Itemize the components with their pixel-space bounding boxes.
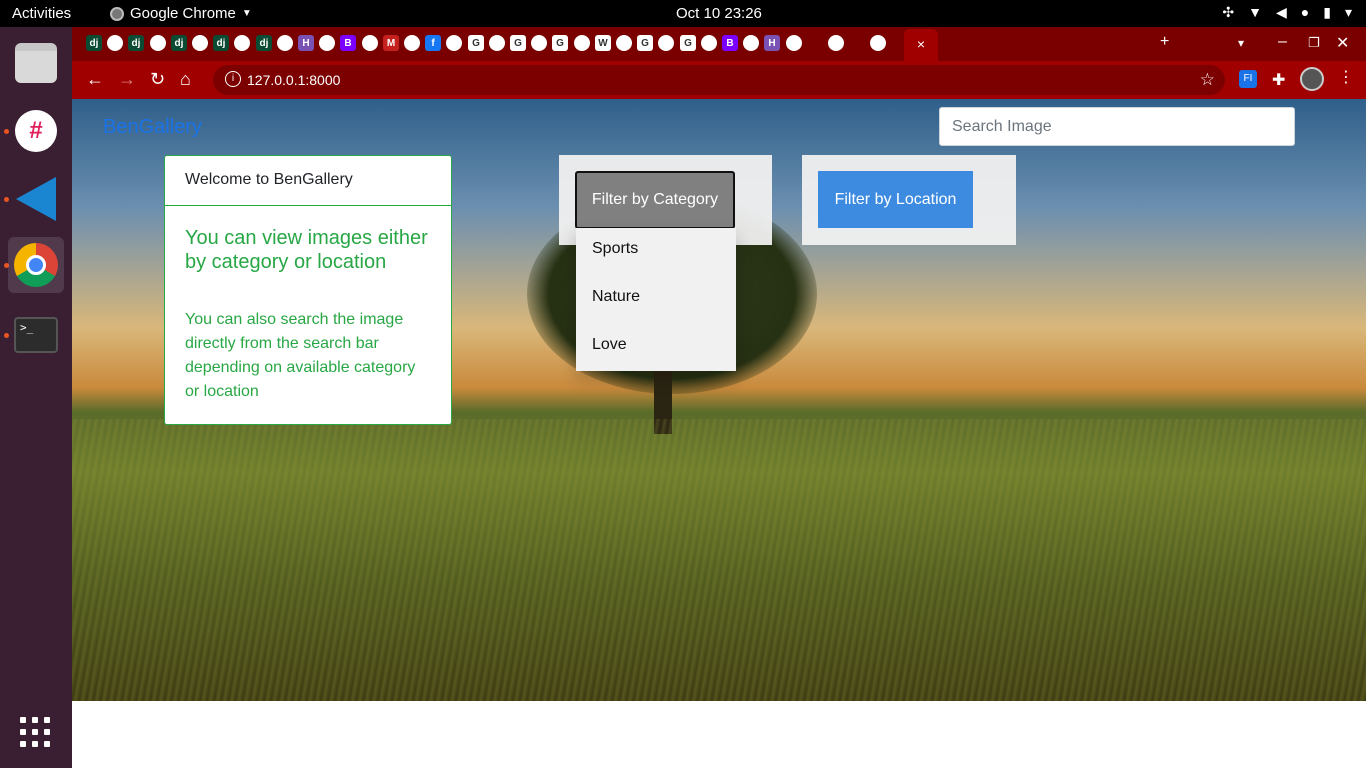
- tab-favicon[interactable]: [192, 35, 208, 51]
- tab-favicon[interactable]: H: [764, 35, 780, 51]
- home-icon[interactable]: ⌂: [180, 69, 191, 90]
- welcome-card: Welcome to BenGallery You can view image…: [164, 155, 452, 425]
- volume-icon: ◀: [1276, 4, 1287, 20]
- tab-favicon[interactable]: M: [383, 35, 399, 51]
- microphone-icon: ●: [1300, 4, 1310, 20]
- app-name: Google Chrome: [130, 5, 236, 22]
- tab-favicon[interactable]: H: [298, 35, 314, 51]
- tab-favicon[interactable]: [319, 35, 335, 51]
- address-bar[interactable]: i 127.0.0.1:8000 ☆: [213, 65, 1225, 95]
- more-menu-icon[interactable]: ⋮: [1338, 67, 1354, 87]
- tab-favicon[interactable]: [489, 35, 505, 51]
- extensions-puzzle-icon[interactable]: ✚: [1272, 70, 1285, 90]
- tab-favicon[interactable]: [616, 35, 632, 51]
- dock-slack[interactable]: #: [8, 103, 64, 159]
- forward-icon[interactable]: →: [118, 69, 136, 90]
- url-text[interactable]: 127.0.0.1:8000: [247, 72, 340, 88]
- tab-favicon[interactable]: [404, 35, 420, 51]
- minimize-icon[interactable]: –: [1278, 33, 1287, 51]
- web-page: BenGallery Welcome to BenGallery You can…: [72, 99, 1366, 701]
- active-tab[interactable]: ×: [904, 29, 938, 61]
- system-top-bar: Activities Google Chrome ▼ Oct 10 23:26 …: [0, 0, 1366, 27]
- category-option-love[interactable]: Love: [576, 324, 736, 372]
- tab-favicon[interactable]: [277, 35, 293, 51]
- tab-favicon[interactable]: f: [425, 35, 441, 51]
- tab-favicon[interactable]: [107, 35, 123, 51]
- tab-favicon[interactable]: dj: [86, 35, 102, 51]
- category-option-nature[interactable]: Nature: [576, 276, 736, 324]
- dock-chrome[interactable]: [8, 237, 64, 293]
- terminal-icon: >_: [14, 317, 58, 353]
- wifi-icon: ▼: [1248, 4, 1262, 20]
- dock-files[interactable]: [8, 35, 64, 91]
- tab-favicon[interactable]: [531, 35, 547, 51]
- location-filter-box: Filter by Location: [802, 155, 1016, 245]
- search-input[interactable]: [939, 107, 1295, 146]
- brand-link[interactable]: BenGallery: [103, 116, 202, 139]
- close-tab-icon[interactable]: ×: [917, 36, 925, 52]
- tab-favicon[interactable]: G: [680, 35, 696, 51]
- back-icon[interactable]: ←: [86, 69, 104, 90]
- tab-favicon[interactable]: B: [340, 35, 356, 51]
- tab-favicon[interactable]: G: [637, 35, 653, 51]
- tab-favicon[interactable]: [701, 35, 717, 51]
- close-window-icon[interactable]: ✕: [1336, 33, 1349, 53]
- tab-favicon[interactable]: [870, 35, 886, 51]
- profile-avatar[interactable]: [1300, 67, 1324, 91]
- welcome-lead-text: You can view images either by category o…: [185, 227, 428, 273]
- tab-favicon[interactable]: [658, 35, 674, 51]
- tab-favicon[interactable]: [743, 35, 759, 51]
- tab-favicon[interactable]: dj: [171, 35, 187, 51]
- bookmark-star-icon[interactable]: ☆: [1200, 70, 1215, 90]
- battery-icon: ▮: [1323, 4, 1331, 20]
- tab-favicon[interactable]: [150, 35, 166, 51]
- vscode-icon: [16, 177, 56, 221]
- welcome-body-text: You can also search the image directly f…: [185, 311, 416, 400]
- filter-by-category-button[interactable]: Filter by Category: [575, 171, 735, 229]
- tab-favicon[interactable]: W: [595, 35, 611, 51]
- dock-vscode[interactable]: [8, 171, 64, 227]
- show-applications-icon[interactable]: [20, 717, 50, 747]
- tab-search-icon[interactable]: ▾: [1238, 36, 1244, 50]
- tab-strip: dj dj dj dj dj H B Mf G G G W G G B H × + ▾ – ❐ ✕: [72, 27, 1366, 61]
- slack-icon: #: [15, 110, 57, 152]
- app-menu[interactable]: Google Chrome ▼: [110, 5, 252, 22]
- tab-favicon[interactable]: [574, 35, 590, 51]
- category-option-sports[interactable]: Sports: [576, 228, 736, 276]
- network-icon: ✣: [1222, 4, 1235, 20]
- reload-icon[interactable]: ↻: [150, 69, 165, 90]
- restore-icon[interactable]: ❐: [1308, 35, 1320, 51]
- tab-favicon[interactable]: dj: [256, 35, 272, 51]
- tab-favicon[interactable]: [234, 35, 250, 51]
- background-field: [72, 419, 1366, 701]
- site-info-icon[interactable]: i: [225, 71, 241, 87]
- extension-fi-icon[interactable]: FI: [1239, 70, 1257, 88]
- tab-favicon[interactable]: [446, 35, 462, 51]
- chevron-down-icon: ▼: [241, 8, 252, 19]
- tab-favicon[interactable]: G: [468, 35, 484, 51]
- browser-toolbar: ← → ↻ ⌂ i 127.0.0.1:8000 ☆ FI ✚ ⋮: [72, 61, 1366, 99]
- chrome-icon: [14, 243, 58, 287]
- filter-by-location-button[interactable]: Filter by Location: [818, 171, 973, 228]
- dock: # >_: [0, 27, 72, 768]
- welcome-card-header: Welcome to BenGallery: [165, 156, 451, 206]
- tab-favicon[interactable]: [362, 35, 378, 51]
- tab-favicon[interactable]: dj: [213, 35, 229, 51]
- new-tab-icon[interactable]: +: [1160, 33, 1169, 51]
- tab-favicon[interactable]: G: [552, 35, 568, 51]
- files-icon: [15, 43, 57, 83]
- clock[interactable]: Oct 10 23:26: [676, 5, 762, 22]
- tab-favicon[interactable]: dj: [128, 35, 144, 51]
- tab-favicon[interactable]: [828, 35, 844, 51]
- dock-terminal[interactable]: >_: [8, 307, 64, 363]
- tab-favicon[interactable]: B: [722, 35, 738, 51]
- activities-button[interactable]: Activities: [12, 5, 71, 22]
- system-tray[interactable]: ✣ ▼ ◀ ● ▮ ▾: [1222, 4, 1352, 21]
- chrome-app-icon: [110, 6, 124, 21]
- tab-favicon[interactable]: [786, 35, 802, 51]
- tab-favicon[interactable]: G: [510, 35, 526, 51]
- category-dropdown-menu: Sports Nature Love: [576, 228, 736, 371]
- power-menu-icon: ▾: [1344, 4, 1352, 20]
